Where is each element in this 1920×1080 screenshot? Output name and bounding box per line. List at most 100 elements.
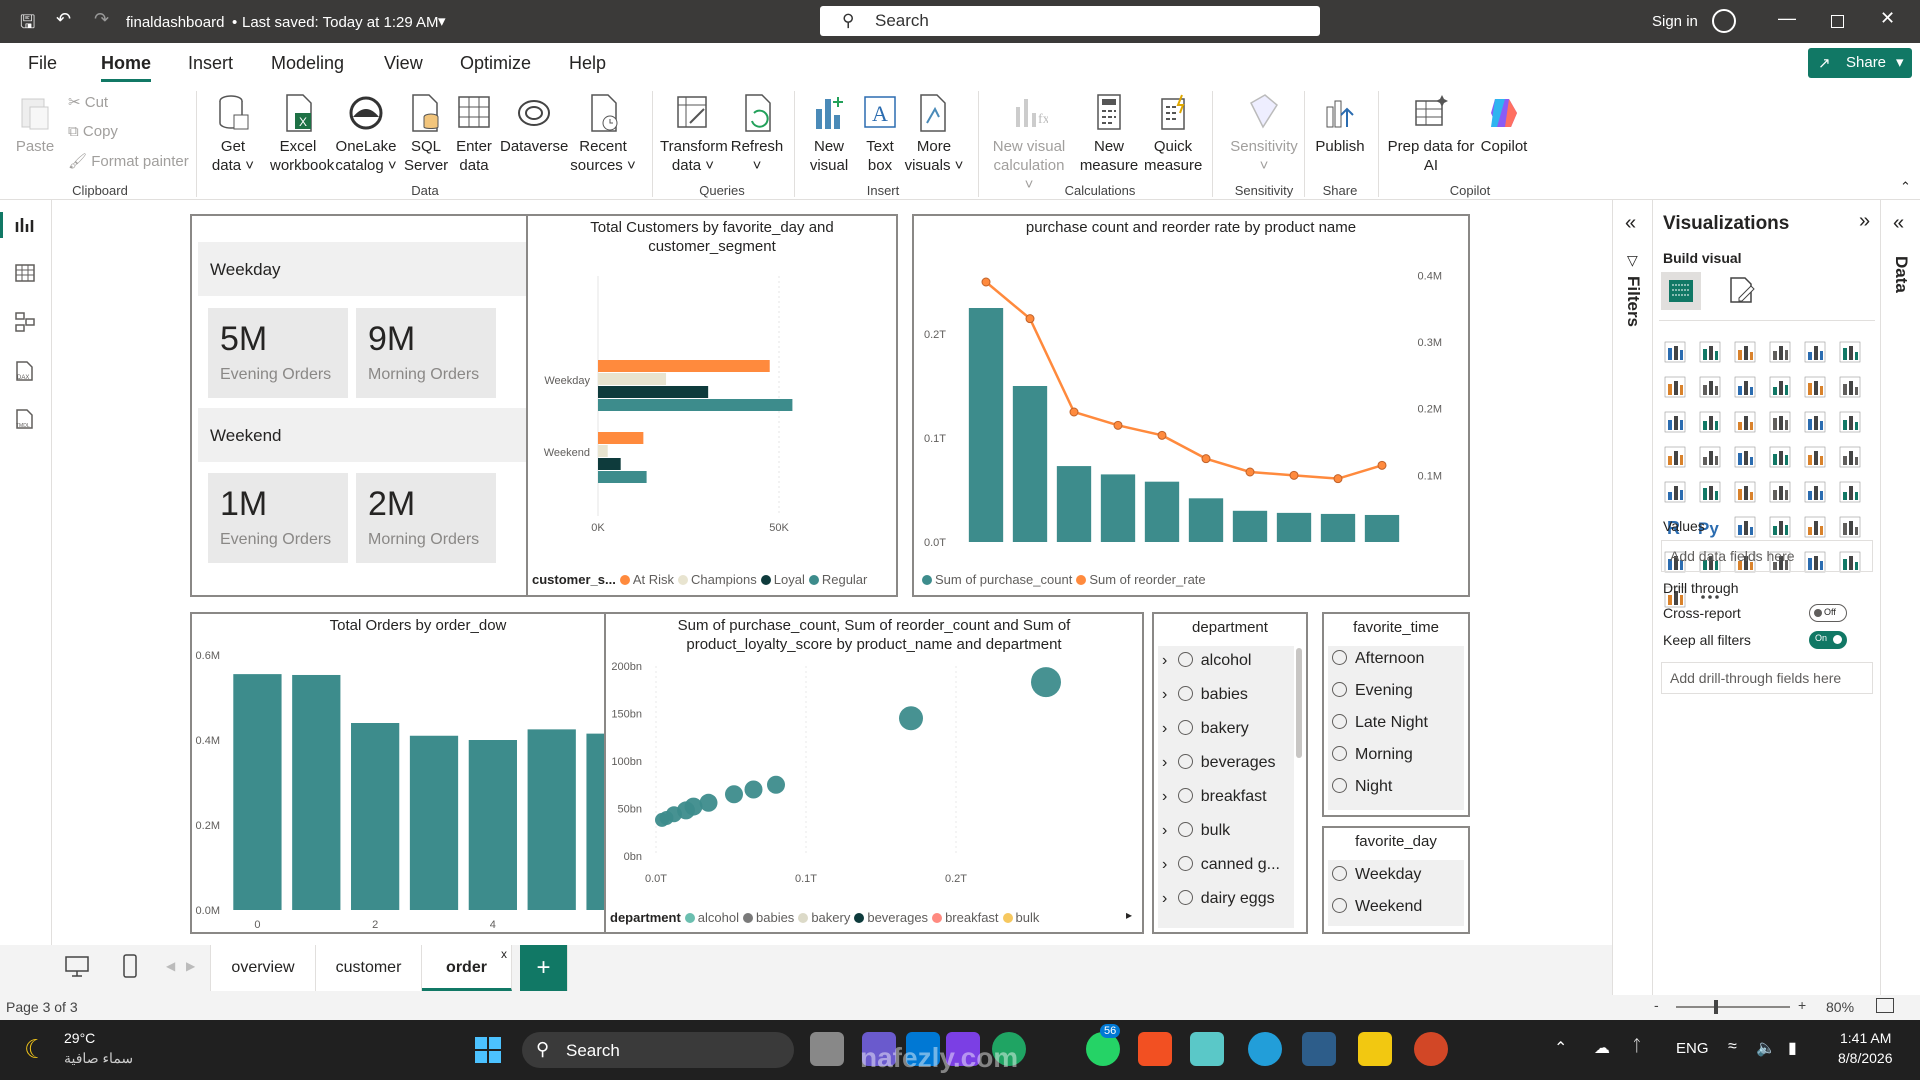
slicer-item-department[interactable]: › canned g...: [1162, 856, 1280, 874]
card-visual-icon[interactable]: [1663, 480, 1689, 506]
dax-query-icon[interactable]: DAX: [13, 360, 37, 382]
text-box-button[interactable]: A Text box: [858, 93, 902, 175]
filled-map-visual-icon[interactable]: [1733, 445, 1759, 471]
zoom-slider[interactable]: [1676, 1000, 1790, 1014]
stacked-column-visual-icon[interactable]: [1698, 340, 1724, 366]
onelake-catalog-button[interactable]: OneLake catalog ˅: [333, 93, 399, 175]
customers-by-day-chart[interactable]: Total Customers by favorite_day and cust…: [526, 214, 898, 597]
menu-view[interactable]: View: [384, 53, 423, 74]
slicer-item-department[interactable]: › alcohol: [1162, 652, 1251, 670]
wifi-icon[interactable]: ≈: [1728, 1038, 1737, 1056]
cut-button[interactable]: ✂ Cut: [68, 93, 108, 112]
expand-chevron-icon[interactable]: ›: [1162, 686, 1172, 703]
recent-sources-button[interactable]: Recent sources ˅: [570, 93, 636, 175]
slicer-item-department[interactable]: › beverages: [1162, 754, 1276, 772]
power-bi-icon[interactable]: [1358, 1032, 1392, 1066]
sql-server-button[interactable]: SQL Server: [404, 93, 448, 175]
store-icon[interactable]: [1138, 1032, 1172, 1066]
azure-map-visual-icon[interactable]: [1803, 445, 1829, 471]
sensitivity-button[interactable]: Sensitivity ˅: [1226, 93, 1302, 175]
line-column-visual-icon[interactable]: [1803, 375, 1829, 401]
search-input[interactable]: ⚲ Search: [820, 6, 1320, 36]
more-visuals-button[interactable]: More visuals ˅: [904, 93, 964, 175]
stacked-bar-visual-icon[interactable]: [1663, 340, 1689, 366]
excel-workbook-button[interactable]: X Excel workbook: [270, 93, 334, 175]
publish-button[interactable]: Publish: [1310, 93, 1370, 156]
get-data-button[interactable]: Get data ˅: [208, 93, 258, 175]
slicer-item-time[interactable]: Late Night: [1332, 714, 1428, 732]
expand-chevron-icon[interactable]: ›: [1162, 890, 1172, 907]
multi-card-visual-icon[interactable]: [1698, 480, 1724, 506]
task-view-icon[interactable]: [810, 1032, 844, 1066]
refresh-button[interactable]: Refresh ˅: [730, 93, 784, 175]
orders-by-dow-chart[interactable]: Total Orders by order_dow 0.0M 0.2M 0.4M 0.…: [190, 612, 646, 934]
quick-measure-button[interactable]: Quick measure: [1144, 93, 1202, 175]
add-page-button[interactable]: +: [520, 945, 568, 991]
slicer-item-department[interactable]: › babies: [1162, 686, 1248, 704]
menu-home[interactable]: Home: [101, 53, 152, 82]
expand-chevron-icon[interactable]: ›: [1162, 720, 1172, 737]
new-visual-button[interactable]: New visual: [804, 93, 854, 175]
slicer-visual-icon[interactable]: [1768, 480, 1794, 506]
slicer-item-time[interactable]: Evening: [1332, 682, 1413, 700]
table-view-icon[interactable]: [15, 264, 35, 282]
expand-chevron-icon[interactable]: ›: [1162, 788, 1172, 805]
values-well[interactable]: Add data fields here: [1661, 540, 1873, 572]
cross-report-toggle[interactable]: Off: [1809, 604, 1847, 622]
slicer-item-day[interactable]: Weekend: [1332, 898, 1422, 916]
funnel-visual-icon[interactable]: [1733, 410, 1759, 436]
share-button[interactable]: ↗ Share ▾: [1808, 48, 1912, 78]
zoom-in-icon[interactable]: +: [1798, 997, 1806, 1013]
menu-modeling[interactable]: Modeling: [271, 53, 344, 74]
tab-next-icon[interactable]: ▶: [186, 959, 195, 973]
expand-chevron-icon[interactable]: ›: [1162, 856, 1172, 873]
copy-button[interactable]: ⧉ Copy: [68, 122, 118, 141]
ribbon-visual-icon[interactable]: [1663, 410, 1689, 436]
tab-customer[interactable]: customer: [316, 945, 422, 991]
tab-overview[interactable]: overview: [210, 945, 316, 991]
collapse-ribbon-icon[interactable]: ⌃: [1900, 179, 1911, 195]
menu-file[interactable]: File: [28, 53, 57, 74]
stacked-area-visual-icon[interactable]: [1733, 375, 1759, 401]
powerpoint-icon[interactable]: [1414, 1032, 1448, 1066]
dataverse-button[interactable]: Dataverse: [500, 93, 568, 156]
shape-map-visual-icon[interactable]: [1768, 445, 1794, 471]
redo-icon[interactable]: ↷: [94, 9, 109, 30]
favorite-time-slicer[interactable]: favorite_time Afternoon Evening Late Night…: [1322, 612, 1470, 817]
undo-icon[interactable]: ↶: [56, 9, 71, 30]
menu-optimize[interactable]: Optimize: [460, 53, 531, 74]
key-influencers-visual-icon[interactable]: [1733, 515, 1759, 541]
language-indicator[interactable]: ENG: [1676, 1040, 1709, 1057]
save-icon[interactable]: 🖫: [20, 10, 35, 40]
close-icon[interactable]: ✕: [1880, 8, 1895, 29]
model-view-icon[interactable]: [15, 312, 35, 332]
format-visual-icon[interactable]: [1725, 274, 1757, 306]
chevron-down-icon[interactable]: ▾: [438, 12, 446, 30]
account-icon[interactable]: [1712, 9, 1736, 33]
table-visual-icon[interactable]: [1803, 480, 1829, 506]
tab-prev-icon[interactable]: ◀: [166, 959, 175, 973]
expand-filters-icon[interactable]: «: [1625, 212, 1636, 235]
windows-start-icon[interactable]: [474, 1036, 502, 1064]
minimize-icon[interactable]: —: [1778, 8, 1796, 29]
100-area-visual-icon[interactable]: [1768, 375, 1794, 401]
tab-order[interactable]: order x: [422, 945, 512, 991]
new-measure-button[interactable]: New measure: [1076, 93, 1142, 175]
purchase-reorder-chart[interactable]: purchase count and reorder rate by produ…: [912, 214, 1470, 597]
slicer-item-time[interactable]: Afternoon: [1332, 650, 1424, 668]
keep-filters-toggle[interactable]: On: [1809, 631, 1847, 649]
legend-next-icon[interactable]: ▸: [1126, 908, 1132, 922]
clock-time[interactable]: 1:41 AM: [1840, 1030, 1891, 1046]
sign-in-link[interactable]: Sign in: [1652, 13, 1698, 30]
data-pane-collapsed[interactable]: « Data: [1880, 200, 1920, 1020]
qa-visual-icon[interactable]: [1803, 515, 1829, 541]
paste-button[interactable]: Paste: [12, 93, 58, 156]
slicer-item-department[interactable]: › bakery: [1162, 720, 1249, 738]
telegram-icon[interactable]: [1248, 1032, 1282, 1066]
clustered-bar-visual-icon[interactable]: [1733, 340, 1759, 366]
gauge-visual-icon[interactable]: [1838, 445, 1864, 471]
prep-data-ai-button[interactable]: Prep data for AI: [1386, 93, 1476, 175]
chevron-up-icon[interactable]: ⌃: [1554, 1038, 1567, 1058]
slicer-item-department[interactable]: › dairy eggs: [1162, 890, 1275, 908]
100-column-visual-icon[interactable]: [1838, 340, 1864, 366]
